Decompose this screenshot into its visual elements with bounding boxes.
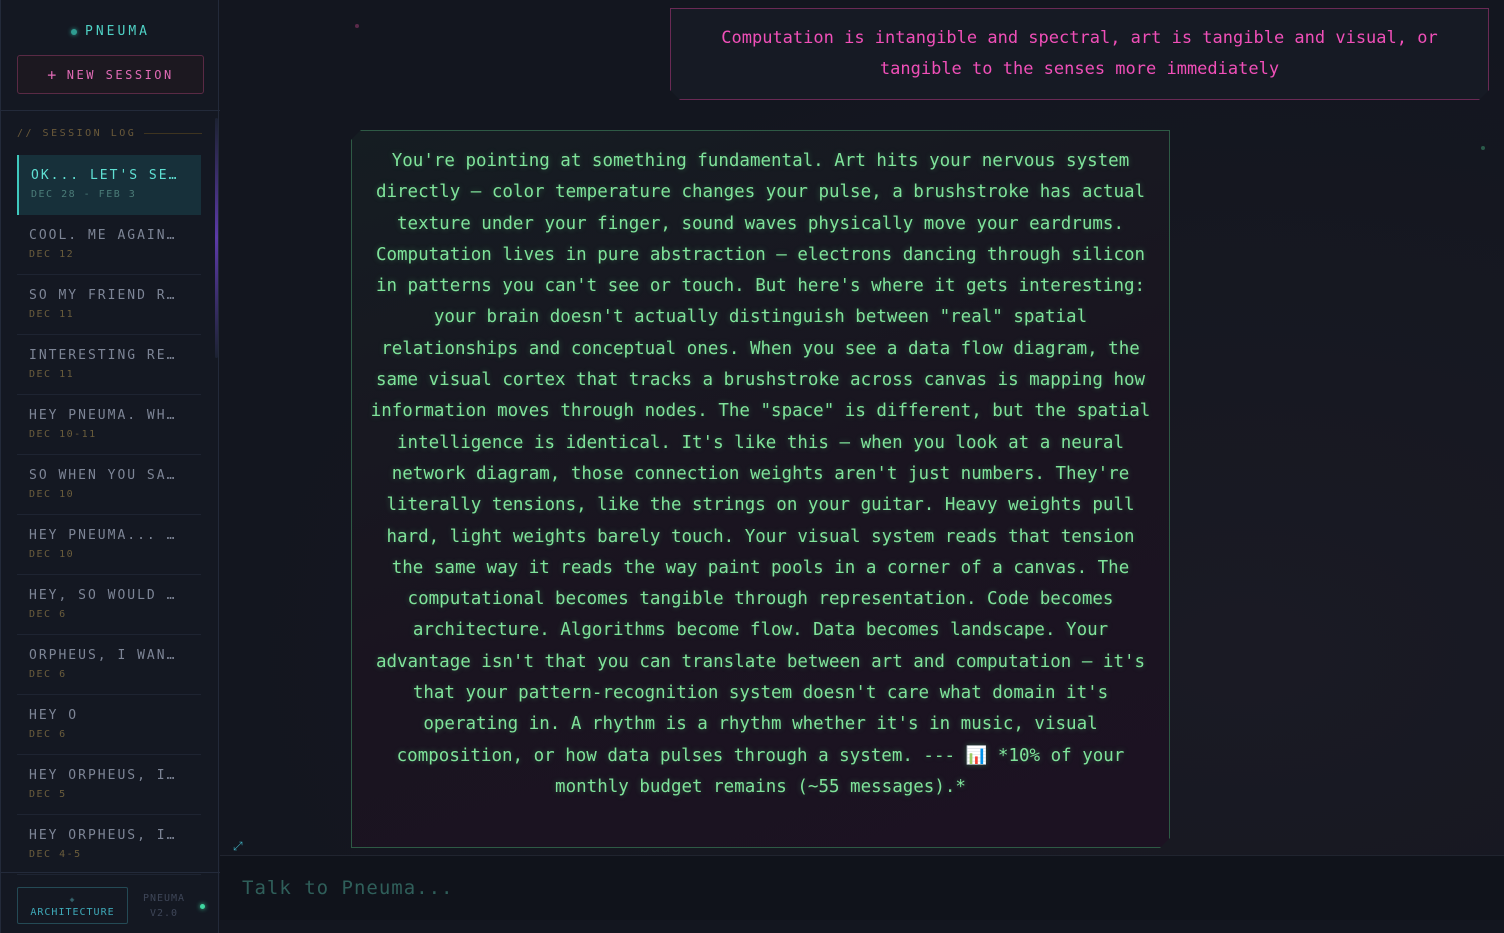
session-item[interactable]: HEY PNEUMA... N… DEC 10 bbox=[17, 515, 201, 575]
sidebar-scrollbar[interactable] bbox=[215, 118, 218, 358]
decorative-dot bbox=[355, 24, 359, 28]
version-info: PNEUMA V2.0 bbox=[142, 891, 186, 921]
session-title: COOL. ME AGAIN.… bbox=[29, 228, 184, 243]
session-title: HEY ORPHEUS, IT… bbox=[29, 828, 184, 843]
brand-dot-icon bbox=[71, 28, 78, 35]
expand-icon[interactable]: ⤢ bbox=[233, 839, 247, 853]
message-input-bar bbox=[220, 855, 1504, 920]
session-title: HEY PNEUMA... N… bbox=[29, 528, 184, 543]
session-title: ORPHEUS, I WANT… bbox=[29, 648, 184, 663]
session-date: DEC 10 bbox=[29, 549, 75, 560]
session-date: DEC 6 bbox=[29, 669, 67, 680]
sidebar-divider bbox=[1, 110, 220, 111]
session-item[interactable]: HEY PNEUMA. WHA… DEC 10-11 bbox=[17, 395, 201, 455]
session-title: SO WHEN YOU SAY… bbox=[29, 468, 184, 483]
session-date: DEC 12 bbox=[29, 249, 75, 260]
architecture-button[interactable]: ◈ ARCHITECTURE bbox=[17, 887, 128, 924]
session-item[interactable]: HEY ORPHEUS, I'… DEC 5 bbox=[17, 755, 201, 815]
session-title: INTERESTING REP… bbox=[29, 348, 184, 363]
brand-logo: PNEUMA bbox=[1, 24, 220, 39]
new-session-button[interactable]: + NEW SESSION bbox=[17, 55, 204, 94]
session-item[interactable]: INTERESTING REP… DEC 11 bbox=[17, 335, 201, 395]
session-title: SO MY FRIEND RE… bbox=[29, 288, 184, 303]
decorative-dot bbox=[1481, 146, 1485, 150]
session-date: DEC 6 bbox=[29, 609, 67, 620]
session-list: OK... LET'S SEE… DEC 28 - FEB 3 COOL. ME A… bbox=[17, 155, 201, 875]
online-status-dot-icon bbox=[200, 904, 205, 909]
architecture-diamond-icon: ◈ bbox=[69, 895, 76, 904]
session-date: DEC 28 - FEB 3 bbox=[31, 189, 137, 200]
session-item[interactable]: SO WHEN YOU SAY… DEC 10 bbox=[17, 455, 201, 515]
session-date: DEC 4-5 bbox=[29, 849, 82, 860]
sidebar: PNEUMA + NEW SESSION // SESSION LOG OK..… bbox=[0, 0, 220, 933]
new-session-label: NEW SESSION bbox=[66, 67, 174, 82]
session-date: DEC 10 bbox=[29, 489, 75, 500]
plus-icon: + bbox=[47, 65, 59, 84]
session-item[interactable]: COOL. ME AGAIN.… DEC 12 bbox=[17, 215, 201, 275]
user-message-text: Computation is intangible and spectral, … bbox=[721, 28, 1438, 79]
session-item[interactable]: HEY O DEC 6 bbox=[17, 695, 201, 755]
session-log-rule bbox=[144, 133, 202, 134]
session-date: DEC 11 bbox=[29, 369, 75, 380]
user-message-bubble: Computation is intangible and spectral, … bbox=[670, 8, 1489, 100]
session-title: HEY ORPHEUS, I'… bbox=[29, 768, 184, 783]
session-log-title: // SESSION LOG bbox=[17, 128, 137, 139]
session-item[interactable]: HEY, SO WOULD Y… DEC 6 bbox=[17, 575, 201, 635]
session-title: HEY PNEUMA. WHA… bbox=[29, 408, 184, 423]
session-title: HEY, SO WOULD Y… bbox=[29, 588, 184, 603]
version-number: V2.0 bbox=[149, 908, 179, 919]
session-title: HEY O bbox=[29, 708, 79, 723]
assistant-message-bubble: You're pointing at something fundamental… bbox=[351, 130, 1170, 848]
version-name: PNEUMA bbox=[142, 893, 186, 904]
architecture-label: ARCHITECTURE bbox=[30, 907, 115, 918]
session-item[interactable]: HEY ORPHEUS, IT… DEC 4-5 bbox=[17, 815, 201, 875]
session-date: DEC 10-11 bbox=[29, 429, 97, 440]
message-input[interactable] bbox=[242, 868, 1482, 908]
session-item[interactable]: SO MY FRIEND RE… DEC 11 bbox=[17, 275, 201, 335]
session-log-header: // SESSION LOG bbox=[17, 128, 202, 139]
session-title: OK... LET'S SEE… bbox=[31, 168, 186, 183]
session-item[interactable]: OK... LET'S SEE… DEC 28 - FEB 3 bbox=[17, 155, 201, 215]
brand-name: PNEUMA bbox=[85, 24, 150, 39]
session-date: DEC 6 bbox=[29, 729, 67, 740]
bottom-strip bbox=[220, 920, 1504, 933]
assistant-message-text: You're pointing at something fundamental… bbox=[370, 151, 1151, 797]
sidebar-footer-divider bbox=[1, 872, 220, 873]
session-date: DEC 11 bbox=[29, 309, 75, 320]
session-item[interactable]: ORPHEUS, I WANT… DEC 6 bbox=[17, 635, 201, 695]
session-date: DEC 5 bbox=[29, 789, 67, 800]
